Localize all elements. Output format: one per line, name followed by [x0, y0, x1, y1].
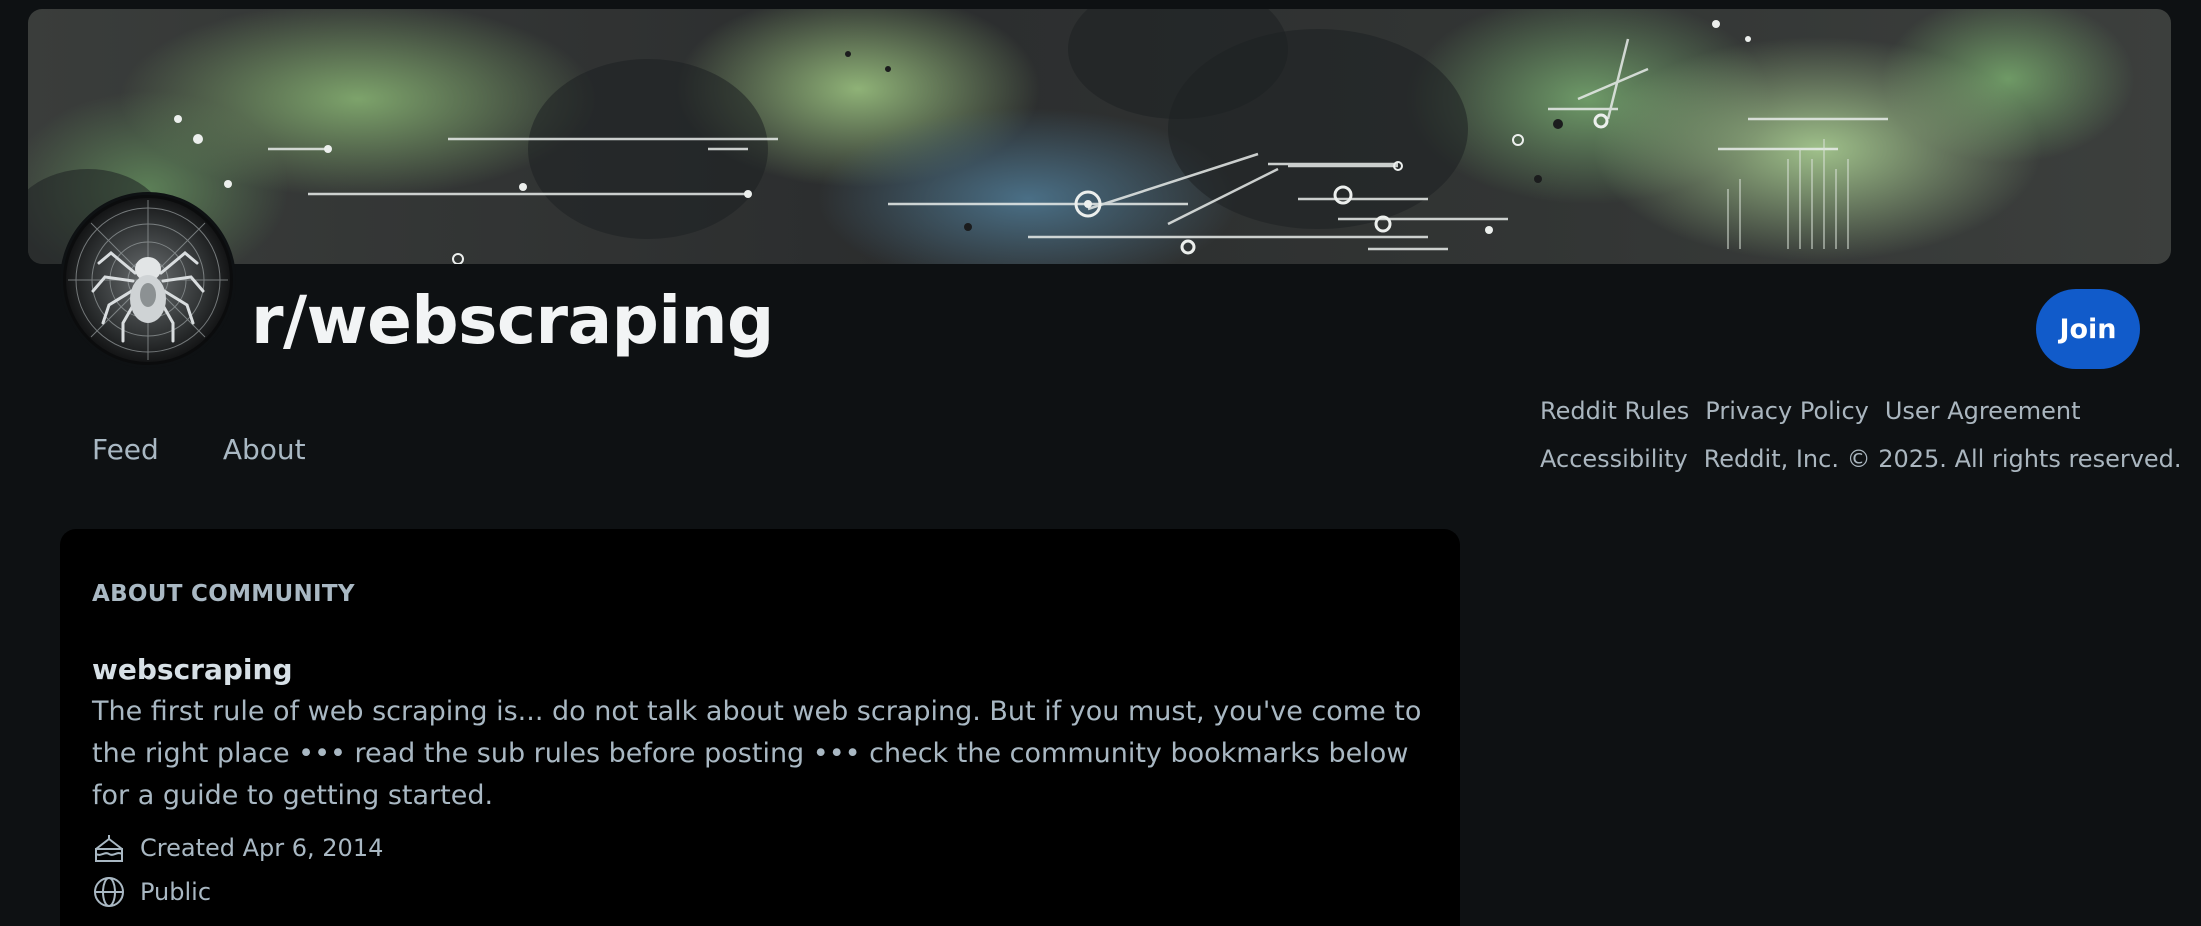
banner-circuit-art — [28, 9, 1888, 264]
created-date: Created Apr 6, 2014 — [140, 834, 384, 862]
user-agreement-link[interactable]: User Agreement — [1885, 395, 2081, 427]
accessibility-link[interactable]: Accessibility — [1540, 443, 1688, 475]
community-tabs: Feed About — [92, 432, 370, 468]
community-avatar — [60, 192, 236, 368]
copyright-text: Reddit, Inc. © 2025. All rights reserved… — [1703, 445, 2182, 473]
tab-about[interactable]: About — [223, 432, 306, 468]
legal-footer: Reddit Rules Privacy Policy User Agreeme… — [1540, 395, 2182, 491]
footer-row: Accessibility Reddit, Inc. © 2025. All r… — [1540, 443, 2182, 475]
community-description: The first rule of web scraping is... do … — [92, 696, 1422, 811]
tab-feed[interactable]: Feed — [92, 432, 159, 468]
visibility-row: Public — [92, 875, 211, 909]
cake-icon — [92, 831, 126, 865]
join-button[interactable]: Join — [2036, 289, 2140, 369]
community-name: webscraping — [92, 653, 293, 686]
footer-row: Reddit Rules Privacy Policy User Agreeme… — [1540, 395, 2180, 427]
about-heading: ABOUT COMMUNITY — [92, 581, 355, 607]
community-banner — [28, 9, 2171, 264]
visibility-label: Public — [140, 878, 212, 906]
privacy-policy-link[interactable]: Privacy Policy — [1705, 395, 1869, 427]
reddit-rules-link[interactable]: Reddit Rules — [1540, 395, 1689, 427]
spider-icon — [66, 198, 230, 362]
created-row: Created Apr 6, 2014 — [92, 831, 383, 865]
community-page: r/webscraping Join Feed About Reddit Rul… — [0, 0, 2201, 926]
globe-icon — [92, 875, 126, 909]
community-title: r/webscraping — [251, 282, 774, 359]
about-community-card: ABOUT COMMUNITY webscraping The first ru… — [60, 529, 1460, 926]
